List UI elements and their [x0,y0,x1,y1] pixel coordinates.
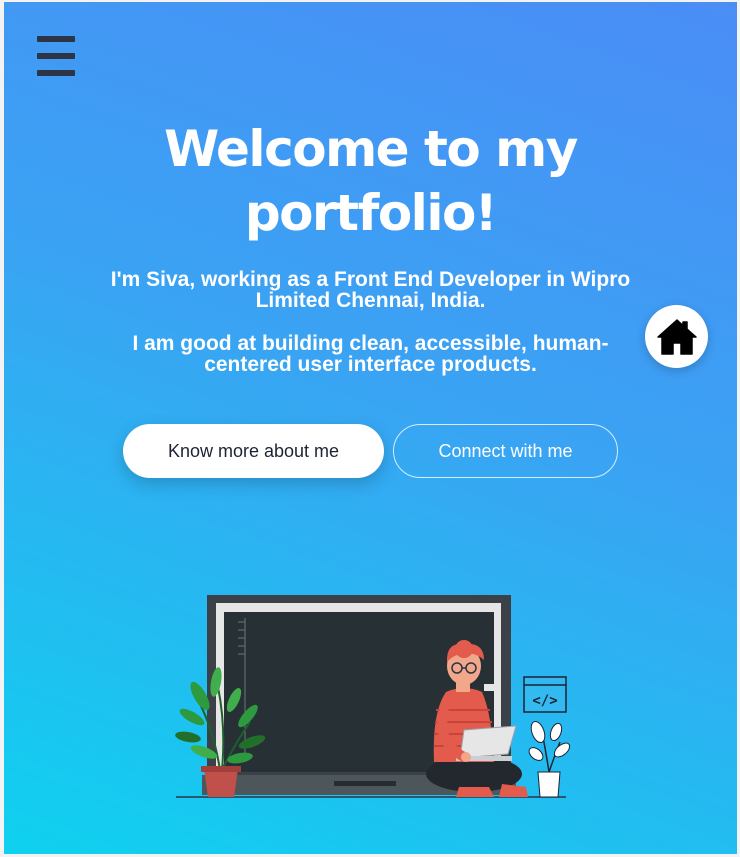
code-window-icon: </> [523,676,567,713]
connect-button[interactable]: Connect with me [393,424,618,478]
home-icon [656,318,697,355]
menu-bar [37,70,75,76]
home-button[interactable] [645,305,708,368]
hamburger-menu-icon[interactable] [37,36,75,76]
hero-section: Welcome to my portfolio! I'm Siva, worki… [4,2,737,854]
plant-right [528,720,571,798]
intro-text: I'm Siva, working as a Front End Develop… [110,268,631,312]
menu-bar [37,53,75,59]
developer-illustration: </> [175,595,571,798]
page-title: Welcome to my portfolio! [121,117,621,245]
menu-bar [37,36,75,42]
title-line-1: Welcome to my [164,120,578,178]
skills-text: I am good at building clean, accessible,… [132,332,609,376]
code-icon-text: </> [532,693,557,709]
know-more-button[interactable]: Know more about me [123,424,384,478]
title-line-2: portfolio! [244,184,498,242]
